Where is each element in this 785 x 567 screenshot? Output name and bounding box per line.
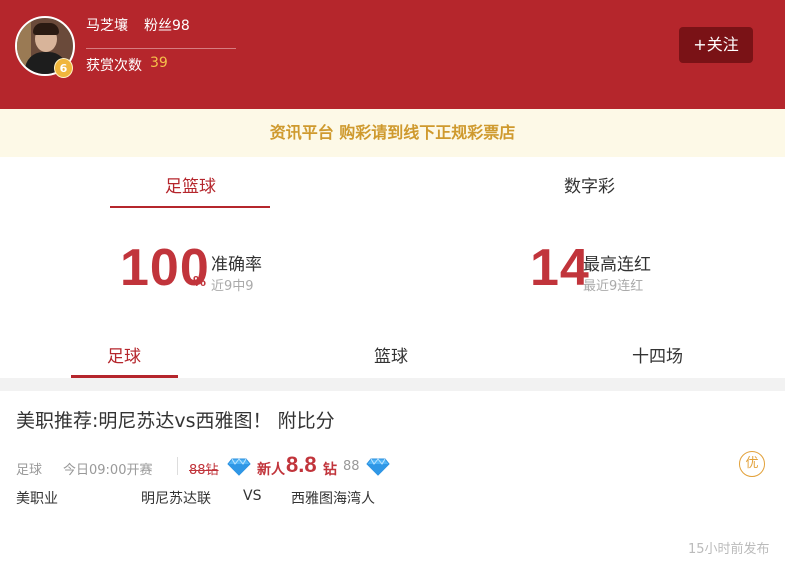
streak-title: 最高连红: [583, 255, 651, 275]
meta-divider: [177, 457, 178, 475]
notice-banner: 资讯平台 购彩请到线下正规彩票店: [0, 109, 785, 157]
streak-value: 14: [530, 239, 590, 297]
new-user-price: 8.8: [286, 452, 317, 477]
diamond-icon: [366, 458, 390, 476]
tab-football-basketball[interactable]: 足篮球: [165, 172, 216, 197]
reward-count: 39: [150, 55, 168, 71]
diamond-unit: 钻: [323, 462, 337, 478]
new-user-label: 新人: [257, 462, 285, 478]
tab-basketball[interactable]: 篮球: [374, 342, 408, 367]
header-divider: [86, 48, 236, 49]
tab-fourteen-matches[interactable]: 十四场: [632, 342, 683, 367]
match-vs: VS: [243, 488, 262, 504]
accuracy-unit: %: [193, 275, 207, 290]
accuracy-sub: 近9中9: [211, 279, 254, 294]
accuracy-title: 准确率: [211, 255, 262, 275]
fans-count: 粉丝98: [144, 18, 190, 34]
user-name: 马芝壤: [86, 18, 128, 34]
level-badge: 6: [54, 58, 73, 78]
tab-lottery-numbers[interactable]: 数字彩: [564, 172, 615, 197]
match-away-team: 西雅图海湾人: [291, 491, 375, 507]
reward-label: 获赏次数: [86, 58, 142, 74]
article-sport: 足球: [16, 463, 43, 478]
follow-button[interactable]: +关注: [679, 27, 753, 63]
article-title[interactable]: 美职推荐:明尼苏达vs西雅图！ 附比分: [16, 406, 335, 433]
regular-price: 88: [343, 459, 360, 474]
diamond-icon: [227, 458, 251, 476]
article-time: 今日09:00开赛: [63, 463, 153, 478]
section-separator: [0, 378, 785, 391]
publish-time: 15小时前发布: [688, 542, 770, 557]
profile-header: 6 马芝壤 粉丝98 获赏次数 39 +关注: [0, 0, 785, 109]
match-home-team: 明尼苏达联: [141, 491, 211, 507]
premium-badge: 优: [739, 451, 765, 477]
tab-football[interactable]: 足球: [107, 342, 141, 367]
category-tab-indicator: [110, 206, 270, 208]
old-price: 88钻: [189, 463, 219, 478]
match-league: 美职业: [16, 491, 58, 507]
streak-sub: 最近9连红: [583, 279, 644, 294]
